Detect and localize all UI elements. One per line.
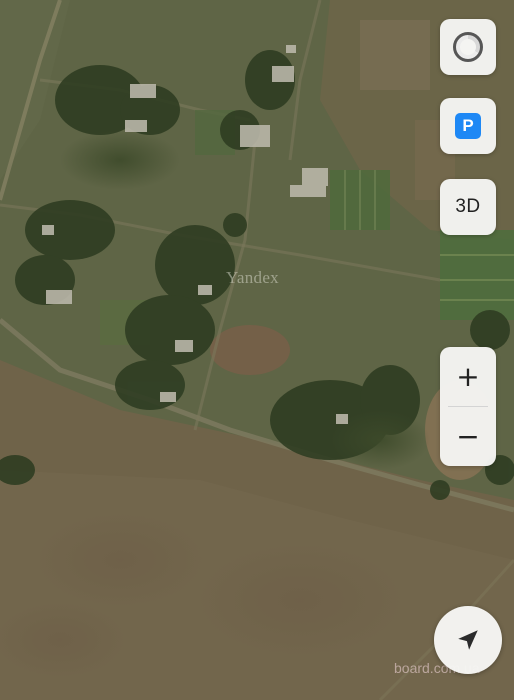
3d-mode-button[interactable]: 3D (440, 179, 496, 235)
navigation-arrow-icon (458, 630, 478, 650)
traffic-ring-icon (453, 32, 483, 62)
traffic-button[interactable] (440, 19, 496, 75)
zoom-out-button[interactable]: − (440, 407, 496, 466)
locate-button[interactable] (434, 606, 502, 674)
yandex-watermark: Yandex (226, 268, 279, 287)
satellite-imagery (0, 0, 514, 700)
parking-icon: P (455, 113, 481, 139)
zoom-in-button[interactable]: + (440, 347, 496, 406)
3d-mode-label: 3D (455, 196, 481, 217)
parking-button[interactable]: P (440, 98, 496, 154)
zoom-controls: + − (440, 347, 496, 466)
satellite-map[interactable] (0, 0, 514, 700)
